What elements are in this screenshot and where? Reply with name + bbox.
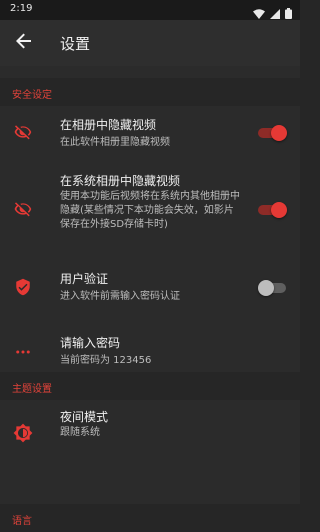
user-verification-toggle[interactable] <box>258 278 286 296</box>
setting-hide-in-system-album[interactable]: 在系统相册中隐藏视频 使用本功能后视频将在系统内其他相册中隐藏(某些情况下本功能… <box>0 162 300 256</box>
status-bar: 2:19 <box>0 0 300 20</box>
setting-subtitle: 在此软件相册里隐藏视频 <box>60 137 170 148</box>
setting-night-mode[interactable]: 夜间模式 跟随系统 <box>0 404 300 466</box>
setting-subtitle: 进入软件前需输入密码认证 <box>60 291 180 302</box>
setting-subtitle: 使用本功能后视频将在系统内其他相册中隐藏(某些情况下本功能会失效，如影片保存在外… <box>60 191 240 230</box>
status-time: 2:19 <box>10 3 33 14</box>
setting-subtitle: 当前密码为 123456 <box>60 355 152 366</box>
setting-title: 在系统相册中隐藏视频 <box>60 174 181 188</box>
setting-subtitle: 跟随系统 <box>60 427 100 438</box>
hide-in-app-album-toggle[interactable] <box>258 123 287 141</box>
shield-check-icon <box>12 276 34 298</box>
setting-title: 用户验证 <box>60 272 109 286</box>
section-header-theme: 主题设置 <box>0 372 300 400</box>
section-header-security: 安全设定 <box>0 78 300 106</box>
section-title-security: 安全设定 <box>12 90 52 101</box>
eye-off-icon <box>12 121 34 143</box>
setting-title: 夜间模式 <box>60 410 109 424</box>
back-button[interactable] <box>12 31 36 55</box>
toggle-thumb <box>271 202 287 218</box>
section-title-language: 语言 <box>12 516 32 527</box>
setting-password[interactable]: 请输入密码 当前密码为 123456 <box>0 326 300 378</box>
toggle-thumb <box>258 280 274 296</box>
setting-title: 请输入密码 <box>60 336 121 350</box>
toggle-thumb <box>271 125 287 141</box>
brightness-auto-icon <box>12 422 34 444</box>
section-header-language: 语言 <box>0 504 300 532</box>
arrow-left-icon <box>16 33 32 53</box>
more-horizontal-icon <box>12 341 34 363</box>
app-bar: 设置 <box>0 20 300 66</box>
settings-list: 安全设定 在相册中隐藏视频 在此软件相册里隐藏视频 在系统相册中隐藏视频 使用本… <box>0 66 300 532</box>
hide-in-system-album-toggle[interactable] <box>258 200 287 218</box>
page-title: 设置 <box>60 35 91 53</box>
eye-off-icon <box>12 198 34 220</box>
setting-user-verification[interactable]: 用户验证 进入软件前需输入密码认证 <box>0 262 300 316</box>
setting-hide-in-app-album[interactable]: 在相册中隐藏视频 在此软件相册里隐藏视频 <box>0 106 300 158</box>
section-title-theme: 主题设置 <box>12 384 52 395</box>
setting-title: 在相册中隐藏视频 <box>60 118 157 132</box>
